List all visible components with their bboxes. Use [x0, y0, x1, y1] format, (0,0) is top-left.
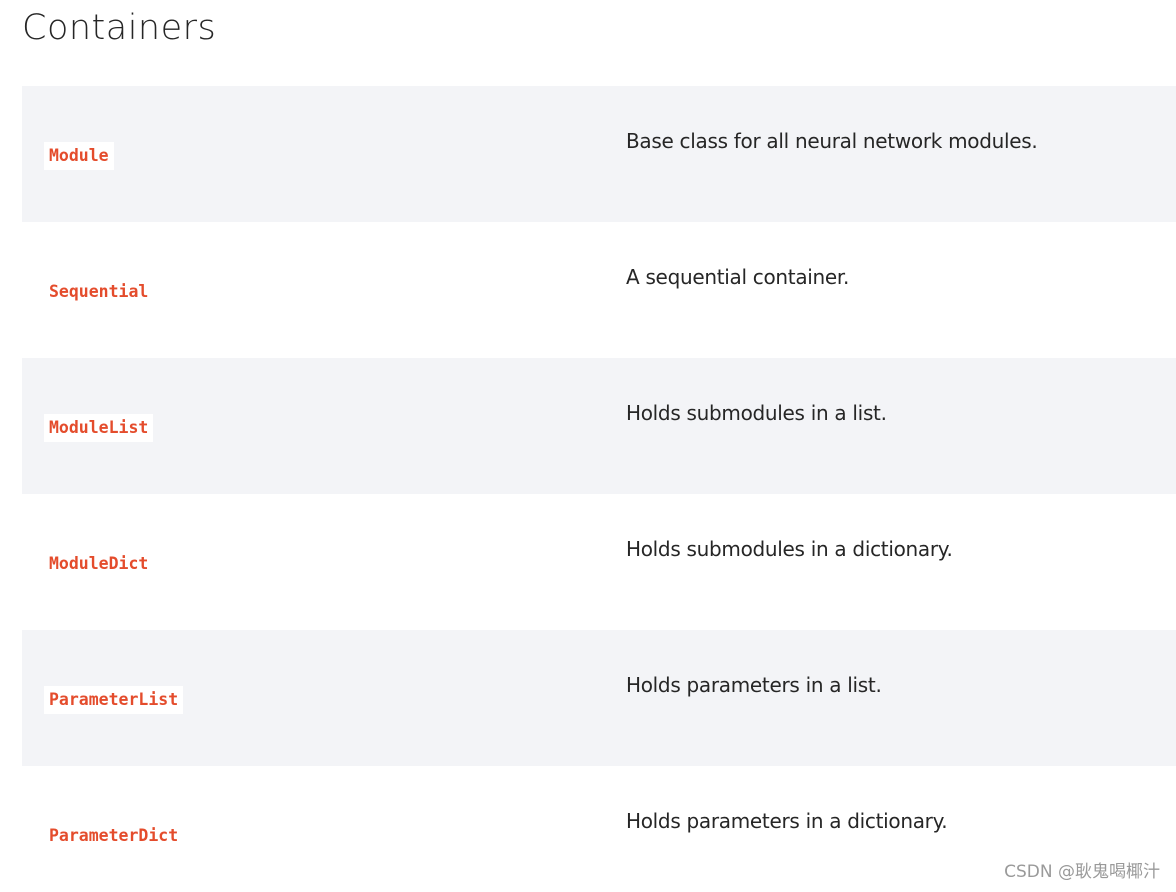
api-description: Holds parameters in a list. — [626, 673, 882, 697]
api-link-modulelist[interactable]: ModuleList — [44, 414, 154, 442]
api-link-sequential[interactable]: Sequential — [44, 278, 153, 306]
table-row: ParameterList Holds parameters in a list… — [22, 630, 1176, 766]
api-description: A sequential container. — [626, 265, 850, 289]
table-row: ModuleList Holds submodules in a list. — [22, 358, 1176, 494]
table-row: Sequential A sequential container. — [22, 222, 1176, 358]
watermark: CSDN @耿鬼喝椰汁 — [1004, 862, 1160, 882]
table-row: Module Base class for all neural network… — [22, 86, 1176, 222]
api-link-parameterlist[interactable]: ParameterList — [44, 686, 184, 714]
api-link-moduledict[interactable]: ModuleDict — [44, 550, 153, 578]
api-description: Holds submodules in a list. — [626, 401, 887, 425]
table-row: ModuleDict Holds submodules in a diction… — [22, 494, 1176, 630]
api-description: Holds parameters in a dictionary. — [626, 809, 948, 833]
api-link-module[interactable]: Module — [44, 142, 114, 170]
api-description: Holds submodules in a dictionary. — [626, 537, 953, 561]
api-description: Base class for all neural network module… — [626, 129, 1038, 153]
page-title: Containers — [22, 8, 217, 48]
table-row: ParameterDict Holds parameters in a dict… — [22, 766, 1176, 892]
api-table: Module Base class for all neural network… — [22, 86, 1176, 892]
api-link-parameterdict[interactable]: ParameterDict — [44, 822, 183, 850]
